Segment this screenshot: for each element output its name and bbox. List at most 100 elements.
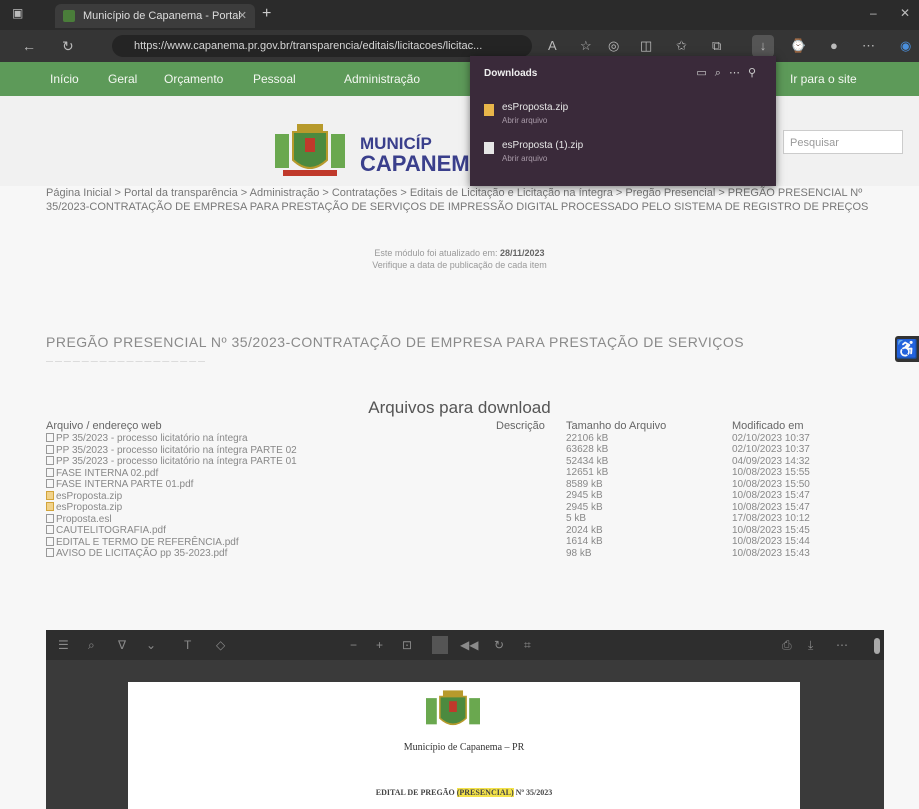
file-link[interactable]: PP 35/2023 - processo licitatório na ínt… xyxy=(56,433,248,444)
downloads-panel-actions: ▭⌕⋯⚲ xyxy=(696,66,764,80)
add-text-icon[interactable]: ⌗ xyxy=(524,638,531,653)
breadcrumb[interactable]: Página Inicial > Portal da transparência… xyxy=(46,186,886,214)
search-input[interactable]: Pesquisar xyxy=(783,130,903,154)
download-item[interactable]: esProposta.zip Abrir arquivo xyxy=(484,100,754,130)
table-row[interactable]: esProposta.zip 2945 kB 10/08/2023 15:47 xyxy=(46,490,882,503)
save-icon[interactable]: ⤓ xyxy=(808,638,813,653)
file-name-cell[interactable]: AVISO DE LICITAÇÃO pp 35-2023.pdf xyxy=(46,548,496,560)
zoom-out-icon[interactable]: − xyxy=(350,638,357,652)
file-link[interactable]: esProposta.zip xyxy=(56,502,122,513)
print-icon[interactable]: ⎙ xyxy=(782,638,792,653)
table-row[interactable]: esProposta.zip 2945 kB 10/08/2023 15:47 xyxy=(46,502,882,514)
table-row[interactable]: Proposta.esl 5 kB 17/08/2023 10:12 xyxy=(46,513,882,526)
favorites-bar-icon[interactable]: ✩ xyxy=(676,38,687,54)
menu-item-geral[interactable]: Geral xyxy=(108,72,137,86)
accessibility-icon[interactable]: ♿ xyxy=(895,336,919,362)
file-name-cell[interactable]: Proposta.esl xyxy=(46,513,496,526)
back-icon[interactable]: ← xyxy=(22,38,36,54)
menu-item-ir-para-site[interactable]: Ir para o site xyxy=(790,72,857,86)
pin-icon[interactable]: ⚲ xyxy=(748,67,764,79)
more-options-icon[interactable]: ⋯ xyxy=(862,38,875,54)
pdf-more-icon[interactable]: ⋯ xyxy=(836,638,848,652)
erase-icon[interactable]: ◇ xyxy=(216,638,225,652)
pdf-search-icon[interactable]: ⌕ xyxy=(88,638,95,653)
rotate-icon[interactable]: ↻ xyxy=(494,638,504,652)
table-row[interactable]: EDITAL E TERMO DE REFERÊNCIA.pdf 1614 kB 1… xyxy=(46,536,882,549)
col-modified: Modificado em xyxy=(732,420,804,432)
file-size-cell: 12651 kB xyxy=(566,467,609,478)
table-row[interactable]: FASE INTERNA 02.pdf 12651 kB 10/08/2023 15… xyxy=(46,467,882,480)
viewer-scrollbar[interactable] xyxy=(874,638,880,654)
file-description-cell xyxy=(496,445,566,457)
file-link[interactable]: PP 35/2023 - processo licitatório na ínt… xyxy=(56,456,297,467)
table-row[interactable]: PP 35/2023 - processo licitatório na ínt… xyxy=(46,456,882,468)
contents-icon[interactable]: ☰ xyxy=(58,638,69,652)
table-row[interactable]: PP 35/2023 - processo licitatório na ínt… xyxy=(46,444,882,457)
browser-tab[interactable]: Município de Capanema - Portal ✕ xyxy=(55,4,255,28)
file-modified-cell: 10/08/2023 15:47 xyxy=(732,490,810,501)
history-icon[interactable]: ⌚ xyxy=(790,38,806,54)
downloads-search-icon[interactable]: ⌕ xyxy=(715,67,729,79)
file-link[interactable]: AVISO DE LICITAÇÃO pp 35-2023.pdf xyxy=(56,548,227,559)
fit-page-icon[interactable]: ⊡ xyxy=(402,638,412,652)
split-screen-icon[interactable]: ◫ xyxy=(640,38,652,54)
file-icon xyxy=(46,456,54,465)
file-link[interactable]: Proposta.esl xyxy=(56,514,112,525)
table-row[interactable]: FASE INTERNA PARTE 01.pdf 8589 kB 10/08/20… xyxy=(46,479,882,491)
close-window-icon[interactable]: ✕ xyxy=(900,6,910,20)
file-name-cell[interactable]: FASE INTERNA 02.pdf xyxy=(46,467,496,480)
file-name-cell[interactable]: PP 35/2023 - processo licitatório na ínt… xyxy=(46,433,496,445)
downloads-panel-title: Downloads xyxy=(484,68,538,79)
file-description-cell xyxy=(496,502,566,514)
address-bar[interactable]: https://www.capanema.pr.gov.br/transpare… xyxy=(112,35,532,57)
new-tab-icon[interactable]: + xyxy=(262,5,271,23)
file-icon xyxy=(46,513,54,523)
download-item[interactable]: esProposta (1).zip Abrir arquivo xyxy=(484,138,754,168)
file-name-cell[interactable]: EDITAL E TERMO DE REFERÊNCIA.pdf xyxy=(46,536,496,549)
favorite-icon[interactable]: ☆ xyxy=(580,38,592,54)
draw-icon[interactable]: ∇ xyxy=(118,638,126,652)
site-logo-text[interactable]: MUNICÍP CAPANEM xyxy=(360,134,470,175)
read-aloud-icon[interactable]: A xyxy=(548,38,557,53)
file-link[interactable]: FASE INTERNA 02.pdf xyxy=(56,468,158,479)
collections-icon[interactable]: ⧉ xyxy=(712,38,721,54)
table-row[interactable]: AVISO DE LICITAÇÃO pp 35-2023.pdf 98 kB 10… xyxy=(46,548,882,560)
open-folder-icon[interactable]: ▭ xyxy=(696,67,714,79)
copilot-icon[interactable]: ◉ xyxy=(900,38,911,54)
chevron-down-icon[interactable]: ⌄ xyxy=(146,638,156,652)
profile-icon[interactable]: ● xyxy=(830,38,838,53)
close-tab-icon[interactable]: ✕ xyxy=(238,4,247,28)
file-link[interactable]: CAUTELITOGRAFIA.pdf xyxy=(56,525,166,536)
file-description-cell xyxy=(496,514,566,526)
file-name-cell[interactable]: esProposta.zip xyxy=(46,490,496,503)
file-link[interactable]: PP 35/2023 - processo licitatório na ínt… xyxy=(56,445,297,456)
edital-highlight: (PRESENCIAL) xyxy=(456,788,514,797)
menu-item-pessoal[interactable]: Pessoal xyxy=(253,72,296,86)
file-link[interactable]: FASE INTERNA PARTE 01.pdf xyxy=(56,479,193,490)
downloads-more-icon[interactable]: ⋯ xyxy=(729,67,748,79)
menu-item-orcamento[interactable]: Orçamento xyxy=(164,72,223,86)
menu-item-inicio[interactable]: Início xyxy=(50,72,79,86)
file-name-cell[interactable]: PP 35/2023 - processo licitatório na ínt… xyxy=(46,444,496,457)
read-aloud-pdf-icon[interactable]: ◀◀ xyxy=(460,638,478,652)
downloads-icon[interactable]: ↓ xyxy=(752,35,774,57)
text-icon[interactable]: T xyxy=(184,638,191,652)
table-row[interactable]: PP 35/2023 - processo licitatório na ínt… xyxy=(46,433,882,445)
download-item-status[interactable]: Abrir arquivo xyxy=(502,116,547,125)
page-view-icon[interactable] xyxy=(432,636,448,654)
file-name-cell[interactable]: FASE INTERNA PARTE 01.pdf xyxy=(46,479,496,491)
table-row[interactable]: CAUTELITOGRAFIA.pdf 2024 kB 10/08/2023 15:… xyxy=(46,525,882,537)
file-link[interactable]: EDITAL E TERMO DE REFERÊNCIA.pdf xyxy=(56,537,239,548)
file-link[interactable]: esProposta.zip xyxy=(56,491,122,502)
window-menu-icon[interactable]: ▣ xyxy=(12,6,23,20)
minimize-icon[interactable]: – xyxy=(870,6,877,20)
extensions-icon[interactable]: ◎ xyxy=(608,38,619,54)
pdf-page: Município de Capanema – PR EDITAL DE PRE… xyxy=(128,682,800,809)
file-name-cell[interactable]: CAUTELITOGRAFIA.pdf xyxy=(46,525,496,537)
menu-item-administracao[interactable]: Administração xyxy=(344,72,420,86)
file-name-cell[interactable]: esProposta.zip xyxy=(46,502,496,514)
refresh-icon[interactable]: ↻ xyxy=(62,38,74,55)
zoom-in-icon[interactable]: + xyxy=(376,638,383,652)
file-name-cell[interactable]: PP 35/2023 - processo licitatório na ínt… xyxy=(46,456,496,468)
download-item-status[interactable]: Abrir arquivo xyxy=(502,154,547,163)
